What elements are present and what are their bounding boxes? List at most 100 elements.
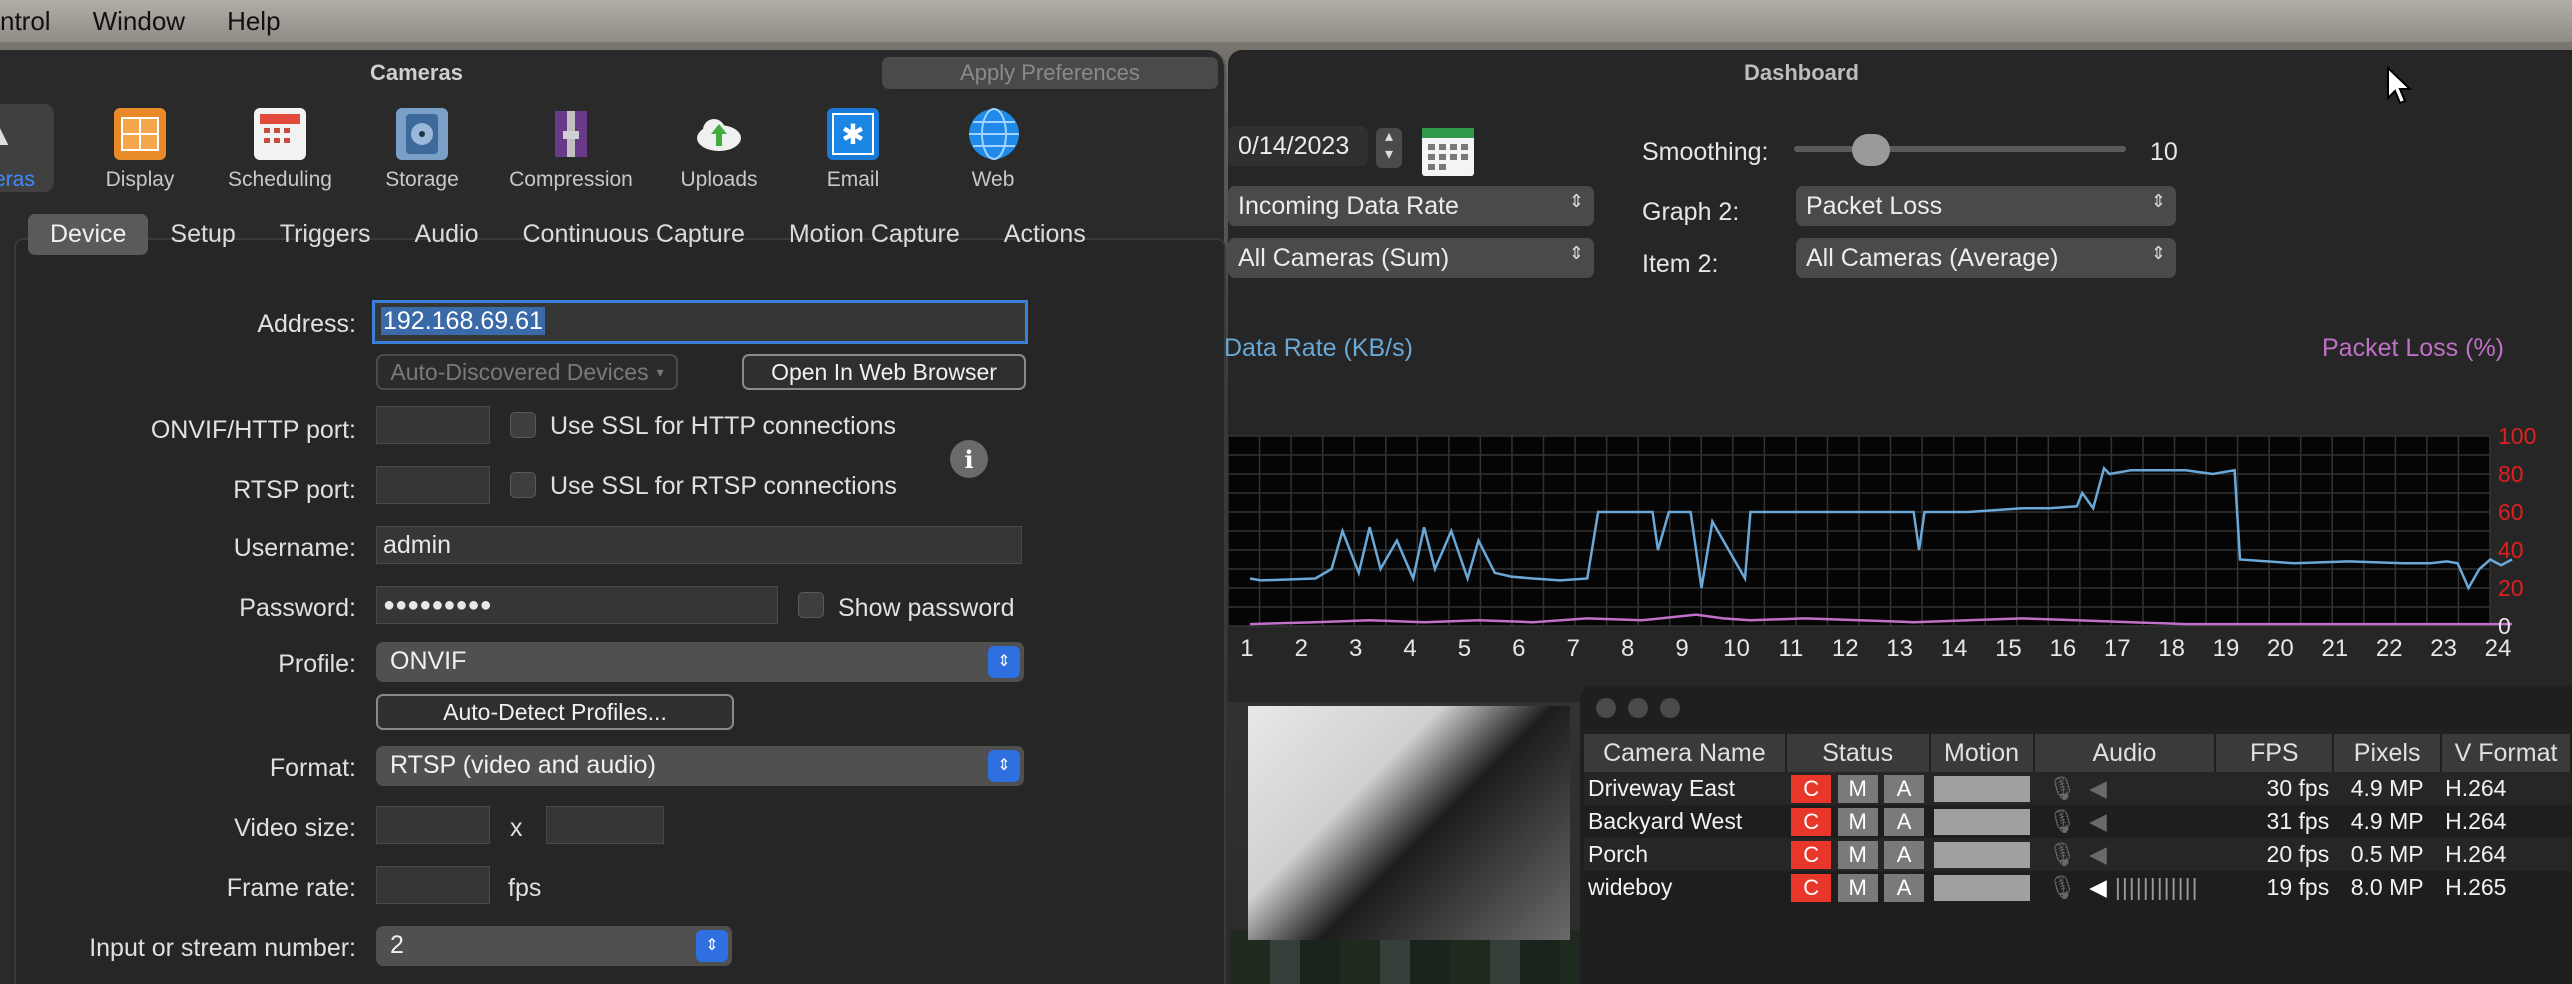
video-width-field[interactable]: [376, 806, 490, 844]
v-format-cell: H.264: [2441, 838, 2571, 871]
format-select[interactable]: RTSP (video and audio) ⇕: [376, 746, 1024, 786]
rtsp-port-field[interactable]: [376, 466, 490, 504]
v-format-cell: H.264: [2441, 772, 2571, 805]
col-pixels[interactable]: Pixels: [2333, 734, 2443, 772]
updown-chevron-icon: ⇕: [2150, 243, 2166, 263]
x-tick-label: 14: [1941, 635, 1968, 660]
toolbar-web[interactable]: Web: [918, 108, 1068, 192]
col-fps[interactable]: FPS: [2215, 734, 2335, 772]
email-icon: ✱: [827, 108, 879, 160]
status-a-badge[interactable]: A: [1884, 807, 1925, 836]
tab-continuous-capture[interactable]: Continuous Capture: [500, 214, 766, 255]
toolbar-compression[interactable]: Compression: [496, 108, 646, 192]
status-c-badge[interactable]: C: [1791, 774, 1832, 803]
x-tick-label: 18: [2158, 635, 2185, 660]
auto-discovered-devices-popup[interactable]: Auto-Discovered Devices ▾: [376, 354, 678, 390]
tab-device[interactable]: Device: [28, 213, 149, 255]
zoom-button[interactable]: [1660, 698, 1680, 718]
toolbar-uploads[interactable]: Uploads: [644, 108, 794, 192]
menu-window[interactable]: Window: [93, 6, 185, 37]
status-c-badge[interactable]: C: [1791, 840, 1832, 869]
calendar-icon: [254, 108, 306, 160]
microphone-icon[interactable]: 🎙: [2048, 808, 2077, 834]
toolbar-cameras[interactable]: ▲ eras: [0, 104, 54, 192]
col-audio[interactable]: Audio: [2033, 734, 2217, 772]
status-m-badge[interactable]: M: [1837, 873, 1878, 902]
date-field[interactable]: 0/14/2023: [1228, 126, 1368, 166]
calendar-icon[interactable]: [1420, 122, 1476, 183]
tab-triggers[interactable]: Triggers: [258, 214, 393, 255]
status-c-badge[interactable]: C: [1791, 873, 1832, 902]
item1-select[interactable]: All Cameras (Sum) ⇕: [1228, 238, 1594, 278]
speaker-icon[interactable]: ◀: [2089, 841, 2107, 867]
frame-rate-field[interactable]: [376, 866, 490, 904]
display-icon: [114, 108, 166, 160]
toolbar-email[interactable]: ✱ Email: [778, 108, 928, 192]
tab-setup[interactable]: Setup: [148, 214, 257, 255]
toolbar-scheduling[interactable]: Scheduling: [205, 108, 355, 192]
open-in-web-browser-button[interactable]: Open In Web Browser: [742, 354, 1026, 390]
col-status[interactable]: Status: [1785, 734, 1931, 772]
table-row[interactable]: Porch C M A 🎙 ◀ 20 fps 0.5 MP H.264: [1584, 838, 2571, 871]
menu-control[interactable]: ntrol: [0, 6, 51, 37]
updown-chevron-icon: ⇕: [1568, 243, 1584, 263]
left-axis-label: Data Rate (KB/s): [1224, 334, 1413, 362]
profile-label: Profile:: [278, 650, 356, 678]
address-field[interactable]: 192.168.69.61: [372, 300, 1028, 344]
ssl-http-checkbox[interactable]: [510, 412, 536, 438]
info-icon[interactable]: i: [950, 440, 988, 478]
fps-cell: 31 fps: [2215, 805, 2334, 838]
status-a-badge[interactable]: A: [1884, 774, 1925, 803]
microphone-icon[interactable]: 🎙: [2048, 775, 2077, 801]
minimize-button[interactable]: [1628, 698, 1648, 718]
username-field[interactable]: admin: [376, 526, 1022, 564]
x-tick-label: 7: [1567, 635, 1580, 660]
status-m-badge[interactable]: M: [1837, 774, 1878, 803]
microphone-icon[interactable]: 🎙: [2048, 841, 2077, 867]
graph1-select[interactable]: Incoming Data Rate ⇕: [1228, 186, 1594, 226]
table-row[interactable]: Driveway East C M A 🎙 ◀ 30 fps 4.9 MP H.264: [1584, 772, 2571, 805]
status-a-badge[interactable]: A: [1884, 840, 1925, 869]
audio-cell: 🎙 ◀ ||||||||||||: [2033, 871, 2216, 904]
status-m-badge[interactable]: M: [1837, 840, 1878, 869]
col-camera-name[interactable]: Camera Name: [1584, 734, 1787, 772]
onvif-port-field[interactable]: [376, 406, 490, 444]
close-button[interactable]: [1596, 698, 1616, 718]
graph2-select[interactable]: Packet Loss ⇕: [1796, 186, 2176, 226]
status-badges: C M A: [1785, 772, 1930, 805]
tab-audio[interactable]: Audio: [393, 214, 501, 255]
ssl-rtsp-checkbox[interactable]: [510, 472, 536, 498]
status-m-badge[interactable]: M: [1837, 807, 1878, 836]
password-field[interactable]: ●●●●●●●●●: [376, 586, 778, 624]
table-row[interactable]: wideboy C M A 🎙 ◀ |||||||||||| 19 fps 8.0 MP H…: [1584, 871, 2571, 904]
microphone-icon[interactable]: 🎙: [2048, 874, 2077, 900]
auto-detect-profiles-button[interactable]: Auto-Detect Profiles...: [376, 694, 734, 730]
x-tick-label: 15: [1995, 635, 2022, 660]
toolbar-storage[interactable]: Storage: [347, 108, 497, 192]
audio-level-meter: ||||||||||||: [2114, 874, 2199, 900]
tab-actions[interactable]: Actions: [982, 214, 1108, 255]
col-v-format[interactable]: V Format: [2441, 734, 2572, 772]
tab-motion-capture[interactable]: Motion Capture: [767, 214, 982, 255]
smoothing-slider-knob[interactable]: [1852, 134, 1890, 166]
status-c-badge[interactable]: C: [1791, 807, 1832, 836]
apply-preferences-button[interactable]: Apply Preferences: [882, 57, 1218, 89]
smoothing-label: Smoothing:: [1642, 138, 1769, 166]
video-height-field[interactable]: [546, 806, 664, 844]
status-a-badge[interactable]: A: [1884, 873, 1925, 902]
profile-select[interactable]: ONVIF ⇕: [376, 642, 1024, 682]
input-stream-select[interactable]: 2 ⇕: [376, 926, 732, 966]
rtsp-port-label: RTSP port:: [233, 476, 356, 504]
speaker-icon[interactable]: ◀: [2089, 775, 2107, 801]
item2-select[interactable]: All Cameras (Average) ⇕: [1796, 238, 2176, 278]
toolbar-display[interactable]: Display: [65, 108, 215, 192]
fps-cell: 19 fps: [2215, 871, 2334, 904]
speaker-icon[interactable]: ◀: [2089, 808, 2107, 834]
menu-help[interactable]: Help: [227, 6, 280, 37]
col-motion[interactable]: Motion: [1929, 734, 2035, 772]
date-stepper[interactable]: ▴ ▾: [1376, 128, 1402, 168]
show-password-checkbox[interactable]: [798, 592, 824, 618]
speaker-icon[interactable]: ◀: [2089, 874, 2107, 900]
smoothing-slider-track[interactable]: [1794, 146, 2126, 152]
table-row[interactable]: Backyard West C M A 🎙 ◀ 31 fps 4.9 MP H.264: [1584, 805, 2571, 838]
